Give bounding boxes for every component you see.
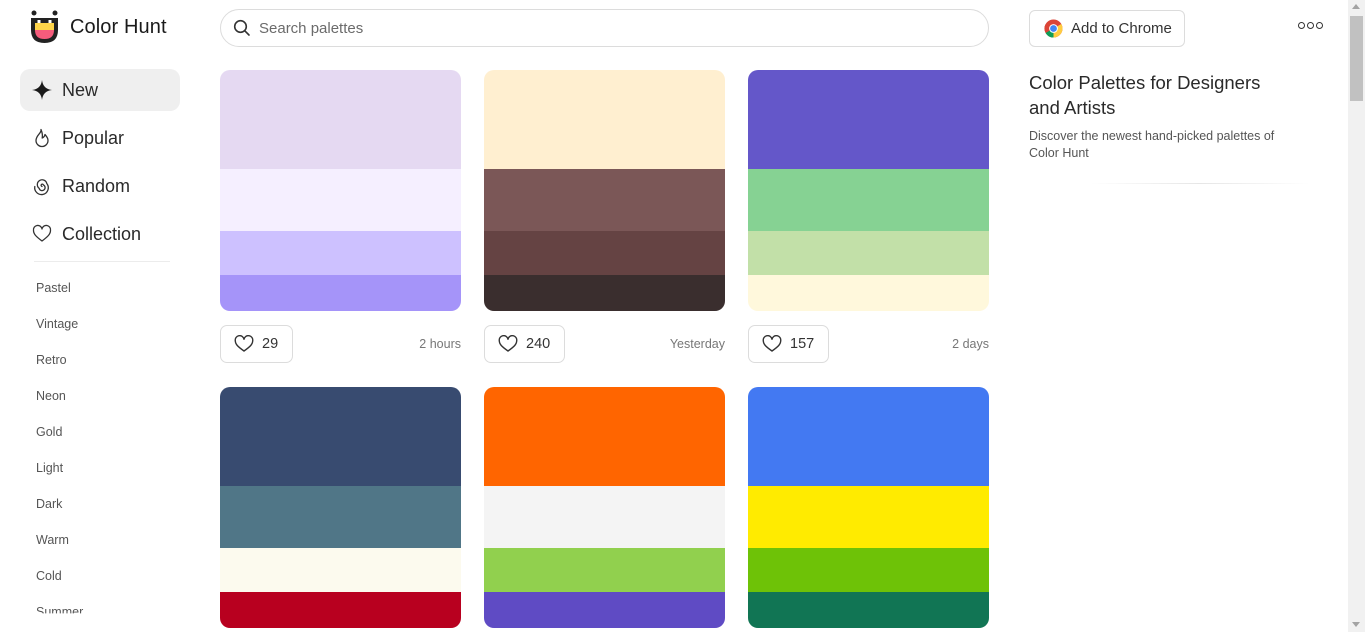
- sparkle-icon: [32, 80, 52, 100]
- scroll-up-arrow-icon[interactable]: [1352, 4, 1360, 9]
- heart-icon: [762, 335, 782, 352]
- like-button[interactable]: 157: [748, 325, 830, 363]
- logo-text: Color Hunt: [70, 15, 167, 38]
- flame-icon: [35, 128, 49, 148]
- palette-card[interactable]: [748, 70, 989, 311]
- color-swatch[interactable]: [484, 70, 725, 169]
- color-swatch[interactable]: [484, 169, 725, 231]
- like-count: 29: [262, 336, 279, 352]
- info-divider: [1090, 183, 1310, 184]
- search-bar[interactable]: [220, 9, 989, 47]
- tag-link[interactable]: Summer: [36, 605, 83, 613]
- color-swatch[interactable]: [484, 548, 725, 592]
- color-swatch[interactable]: [748, 275, 989, 311]
- tag-link[interactable]: Retro: [36, 353, 67, 367]
- color-swatch[interactable]: [748, 70, 989, 169]
- color-swatch[interactable]: [484, 592, 725, 628]
- color-swatch[interactable]: [484, 486, 725, 548]
- nav-label-new: New: [62, 79, 99, 100]
- add-to-chrome-button[interactable]: Add to Chrome: [1029, 10, 1185, 47]
- color-swatch[interactable]: [748, 486, 989, 548]
- tag-link[interactable]: Warm: [36, 533, 69, 547]
- chrome-icon: [1044, 19, 1063, 38]
- color-swatch[interactable]: [220, 387, 461, 486]
- palette-card[interactable]: [484, 70, 725, 311]
- color-swatch[interactable]: [484, 387, 725, 486]
- nav-label-popular: Popular: [62, 127, 125, 148]
- palette-card[interactable]: [484, 387, 725, 628]
- spiral-icon: [34, 179, 49, 196]
- color-swatch[interactable]: [220, 275, 461, 311]
- palette-time: 2 hours: [419, 337, 461, 351]
- palette-card[interactable]: [748, 387, 989, 628]
- logo[interactable]: Color Hunt: [28, 10, 167, 44]
- palette-card[interactable]: [220, 387, 461, 628]
- color-swatch[interactable]: [748, 548, 989, 592]
- heart-icon: [234, 335, 254, 352]
- info-title: Color Palettes for Designers and Artists: [1029, 72, 1261, 118]
- tag-link[interactable]: Vintage: [36, 317, 78, 331]
- nav-item-popular[interactable]: Popular: [20, 117, 180, 159]
- like-button[interactable]: 29: [220, 325, 294, 363]
- color-swatch[interactable]: [748, 169, 989, 231]
- nav-label-collection: Collection: [62, 223, 142, 244]
- heart-icon: [498, 335, 518, 352]
- like-button[interactable]: 240: [484, 325, 566, 363]
- color-swatch[interactable]: [220, 548, 461, 592]
- color-swatch[interactable]: [220, 592, 461, 628]
- color-swatch[interactable]: [748, 231, 989, 275]
- color-swatch[interactable]: [220, 231, 461, 275]
- color-hunt-logo-icon: [31, 10, 58, 43]
- color-swatch[interactable]: [748, 592, 989, 628]
- info-description: Discover the newest hand-picked palettes…: [1029, 129, 1275, 160]
- scroll-down-arrow-icon[interactable]: [1352, 622, 1360, 627]
- like-count: 157: [790, 336, 815, 352]
- search-input[interactable]: [259, 19, 959, 37]
- color-swatch[interactable]: [484, 275, 725, 311]
- heart-icon: [32, 224, 52, 242]
- palette-time: 2 days: [952, 337, 989, 351]
- palette-time: Yesterday: [669, 337, 725, 351]
- nav-label-random: Random: [62, 175, 131, 196]
- like-count: 240: [526, 336, 551, 352]
- tag-link[interactable]: Dark: [36, 497, 62, 511]
- tag-link[interactable]: Cold: [36, 569, 62, 583]
- color-swatch[interactable]: [484, 231, 725, 275]
- tag-link[interactable]: Gold: [36, 425, 62, 439]
- tag-link[interactable]: Pastel: [36, 281, 71, 295]
- color-swatch[interactable]: [220, 169, 461, 231]
- search-icon: [233, 19, 250, 36]
- nav-item-random[interactable]: Random: [20, 165, 180, 207]
- color-swatch[interactable]: [220, 70, 461, 169]
- color-swatch[interactable]: [220, 486, 461, 548]
- palette-card[interactable]: [220, 70, 461, 311]
- more-dots-icon[interactable]: [1298, 22, 1323, 29]
- color-swatch[interactable]: [748, 387, 989, 486]
- nav-item-new[interactable]: New: [20, 69, 180, 111]
- tag-link[interactable]: Light: [36, 461, 63, 475]
- sidebar-divider: [34, 261, 170, 262]
- scrollbar-thumb[interactable]: [1350, 16, 1363, 101]
- nav-item-collection[interactable]: Collection: [20, 213, 180, 255]
- add-to-chrome-label: Add to Chrome: [1071, 20, 1172, 37]
- tag-link[interactable]: Neon: [36, 389, 66, 403]
